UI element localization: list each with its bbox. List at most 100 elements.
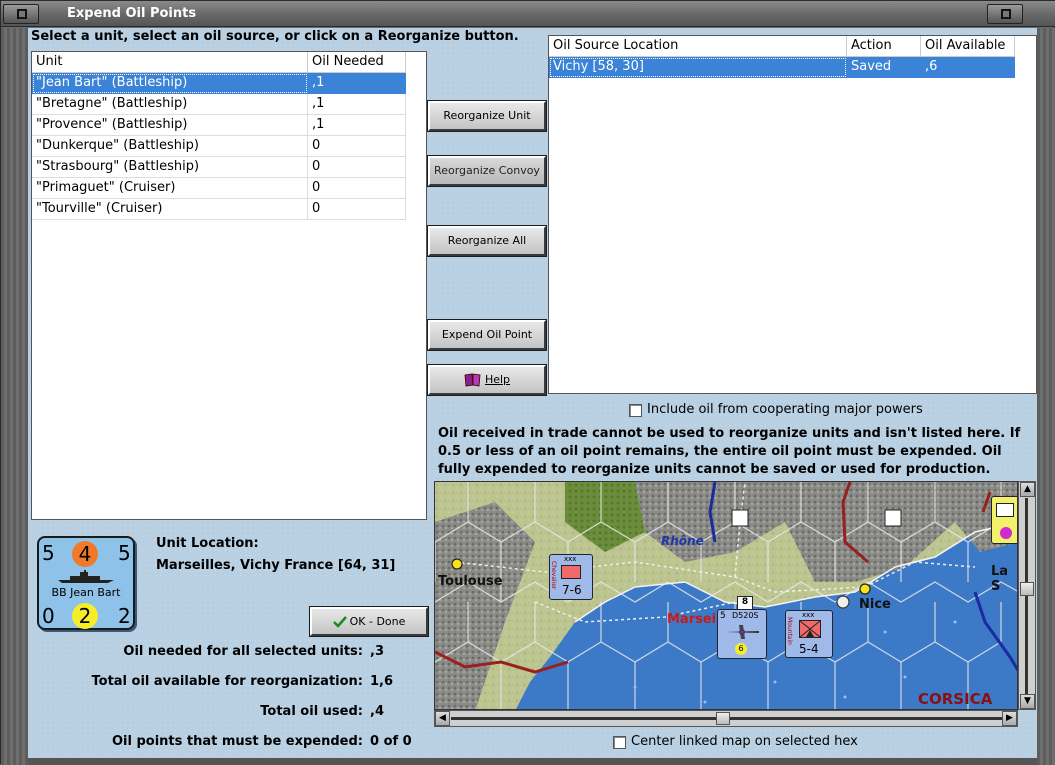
oil-rules-note: Oil received in trade cannot be used to … bbox=[438, 426, 1021, 477]
oil-available-cell: ,6 bbox=[921, 57, 1015, 78]
scroll-down-arrow-icon[interactable]: ▼ bbox=[1020, 694, 1035, 709]
unit-name-cell: "Strasbourg" (Battleship) bbox=[32, 157, 308, 178]
scroll-up-arrow-icon[interactable]: ▲ bbox=[1020, 482, 1035, 497]
map-unit-chevalier-size: xxx bbox=[564, 555, 577, 563]
expend-oil-point-button[interactable]: Expend Oil Point bbox=[428, 320, 546, 350]
map-unit-chevalier[interactable]: xxx Chevalier 7-6 bbox=[549, 554, 593, 600]
title-bar[interactable]: Expend Oil Points bbox=[1, 1, 1055, 27]
linked-map[interactable]: Toulouse Rhône Marsei Nice La S CORSICA … bbox=[434, 481, 1018, 710]
oil-needed-cell: ,1 bbox=[308, 115, 406, 136]
expend-oil-point-label: Expend Oil Point bbox=[441, 328, 533, 341]
column-header-oil-source-location[interactable]: Oil Source Location bbox=[549, 36, 847, 57]
unit-counter: 5 4 5 BB Jean Bart 0 2 2 bbox=[37, 536, 135, 630]
reorganize-convoy-button[interactable]: Reorganize Convoy bbox=[428, 156, 546, 186]
map-unit-fighter[interactable]: 5 D520S 6 bbox=[717, 609, 767, 659]
map-unit-fighter-range: 6 bbox=[735, 643, 747, 655]
unit-name-cell: "Primaguet" (Cruiser) bbox=[32, 178, 308, 199]
close-button[interactable] bbox=[987, 4, 1023, 24]
checkmark-icon bbox=[332, 616, 347, 628]
map-label-corsica: CORSICA bbox=[918, 690, 993, 708]
stat-value-total-available: 1,6 bbox=[370, 674, 394, 689]
system-menu-button[interactable] bbox=[3, 4, 39, 24]
unit-name-cell: "Dunkerque" (Battleship) bbox=[32, 136, 308, 157]
oil-sources-list[interactable]: Oil Source Location Action Oil Available… bbox=[548, 35, 1037, 394]
unit-badge-icon bbox=[1000, 527, 1012, 539]
map-label-marseilles: Marsei bbox=[667, 612, 717, 627]
counter-bottom-left: 0 bbox=[42, 604, 55, 628]
center-map-checkbox[interactable] bbox=[613, 736, 626, 749]
window-icon bbox=[17, 9, 27, 19]
stat-value-must-expend: 0 of 0 bbox=[370, 734, 412, 749]
unit-symbol-icon bbox=[996, 503, 1014, 517]
oil-needed-cell: ,1 bbox=[308, 73, 406, 94]
scroll-left-arrow-icon[interactable]: ◀ bbox=[435, 711, 450, 726]
help-button[interactable]: Help bbox=[428, 365, 546, 395]
reorganize-convoy-label: Reorganize Convoy bbox=[434, 164, 540, 177]
map-label-nice: Nice bbox=[859, 597, 891, 612]
map-horizontal-scrollbar[interactable]: ◀ ▶ bbox=[434, 710, 1018, 727]
counter-bottom-mid: 2 bbox=[72, 603, 98, 629]
counter-top-mid: 4 bbox=[72, 541, 98, 567]
close-icon bbox=[1001, 9, 1011, 19]
unit-name-cell: "Tourville" (Cruiser) bbox=[32, 199, 308, 220]
stat-value-total-used: ,4 bbox=[370, 704, 384, 719]
vertical-scroll-thumb[interactable] bbox=[1020, 582, 1034, 596]
oil-source-location-cell: Vichy [58, 30] bbox=[549, 57, 847, 78]
oil-needed-cell: 0 bbox=[308, 136, 406, 157]
stack-count-badge: 8 bbox=[737, 596, 753, 610]
unit-location-value: Marseilles, Vichy France [64, 31] bbox=[156, 558, 396, 573]
units-list[interactable]: Unit Oil Needed "Jean Bart" (Battleship)… bbox=[31, 51, 427, 520]
stat-label-oil-needed: Oil needed for all selected units: bbox=[123, 644, 363, 659]
reorganize-all-button[interactable]: Reorganize All bbox=[428, 226, 546, 256]
map-label-rhone: Rhône bbox=[661, 534, 704, 548]
counter-top-right: 5 bbox=[118, 541, 131, 565]
column-header-oil-needed[interactable]: Oil Needed bbox=[308, 52, 406, 73]
map-unit-fighter-strength: 5 bbox=[720, 611, 726, 621]
map-unit-partial[interactable] bbox=[991, 496, 1017, 544]
oil-needed-cell: 0 bbox=[308, 157, 406, 178]
stat-label-must-expend: Oil points that must be expended: bbox=[111, 734, 363, 749]
unit-name-cell: "Bretagne" (Battleship) bbox=[32, 94, 308, 115]
reorganize-all-label: Reorganize All bbox=[447, 234, 527, 247]
expend-oil-points-window: Expend Oil Points Select a unit, select … bbox=[0, 0, 1055, 765]
column-header-oil-available[interactable]: Oil Available bbox=[921, 36, 1015, 57]
right-frame bbox=[1037, 28, 1055, 765]
reorganize-unit-button[interactable]: Reorganize Unit bbox=[428, 101, 546, 131]
help-book-icon bbox=[464, 373, 481, 387]
column-header-unit[interactable]: Unit bbox=[32, 52, 308, 73]
ok-done-label: OK - Done bbox=[349, 615, 406, 628]
vertical-scroll-track[interactable] bbox=[1025, 498, 1028, 694]
map-vertical-scrollbar[interactable]: ▲ ▼ bbox=[1018, 481, 1036, 710]
include-oil-label: Include oil from cooperating major power… bbox=[647, 402, 923, 417]
oil-needed-cell: 0 bbox=[308, 199, 406, 220]
stat-value-oil-needed: ,3 bbox=[370, 644, 384, 659]
center-map-label: Center linked map on selected hex bbox=[631, 734, 858, 749]
stat-label-total-used: Total oil used: bbox=[260, 704, 363, 719]
ok-done-button[interactable]: OK - Done bbox=[310, 607, 428, 636]
unit-location-label: Unit Location: bbox=[156, 536, 259, 551]
unit-name-cell: "Jean Bart" (Battleship) bbox=[32, 73, 308, 94]
map-unit-mountain-name: Mountain bbox=[786, 617, 793, 645]
scroll-right-arrow-icon[interactable]: ▶ bbox=[1002, 711, 1017, 726]
map-unit-mountain[interactable]: xxx Mountain 5-4 bbox=[785, 610, 833, 658]
column-header-action[interactable]: Action bbox=[847, 36, 921, 57]
counter-bottom-right: 2 bbox=[118, 604, 131, 628]
help-label: Help bbox=[484, 373, 511, 386]
map-unit-chevalier-name: Chevalier bbox=[550, 561, 557, 590]
map-label-la-s: La S bbox=[991, 564, 1009, 594]
map-unit-fighter-name: D520S bbox=[732, 611, 759, 620]
mountain-infantry-icon bbox=[799, 620, 821, 638]
reorganize-unit-label: Reorganize Unit bbox=[443, 109, 531, 122]
horizontal-scroll-thumb[interactable] bbox=[716, 712, 730, 725]
map-terrain bbox=[435, 482, 1017, 709]
map-label-toulouse: Toulouse bbox=[438, 574, 503, 589]
counter-top-left: 5 bbox=[42, 541, 55, 565]
battleship-icon bbox=[58, 570, 114, 583]
stat-label-total-available: Total oil available for reorganization: bbox=[91, 674, 364, 689]
left-frame bbox=[1, 28, 28, 765]
counter-unit-name: BB Jean Bart bbox=[51, 586, 121, 599]
include-oil-checkbox[interactable] bbox=[629, 404, 642, 417]
oil-needed-cell: ,1 bbox=[308, 94, 406, 115]
action-cell: Saved bbox=[847, 57, 921, 78]
map-unit-mountain-strength: 5-4 bbox=[799, 642, 819, 656]
